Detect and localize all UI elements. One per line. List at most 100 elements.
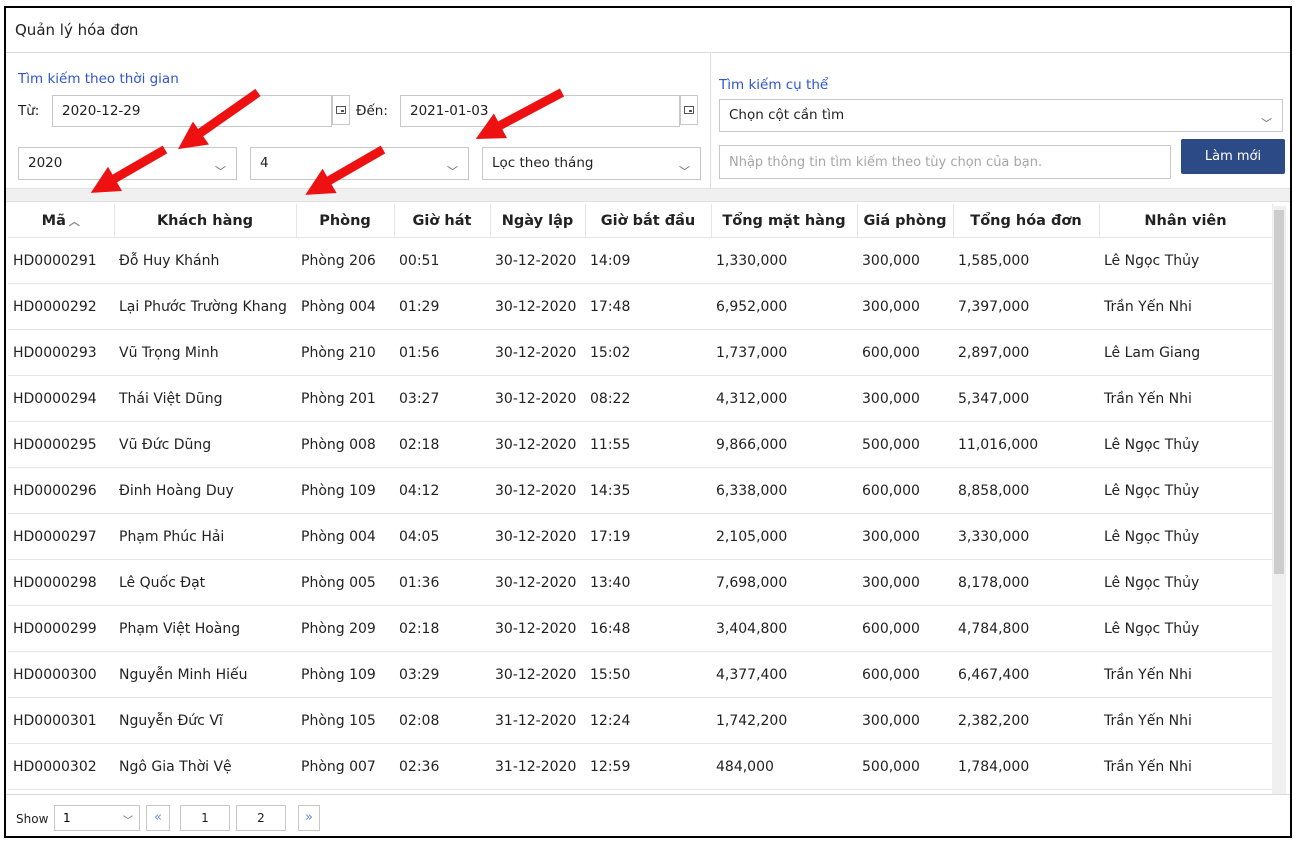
- chevron-down-icon: ﹀: [447, 165, 458, 178]
- table-row[interactable]: HD0000291 Đỗ Huy Khánh Phòng 206 00:51 30-12…: [8, 237, 1272, 284]
- cell-khach-hang: Phạm Phúc Hải: [114, 513, 296, 560]
- cell-gio-bat-dau: 11:55: [585, 421, 711, 468]
- cell-khach-hang: Đỗ Huy Khánh: [114, 237, 296, 284]
- search-input[interactable]: Nhập thông tin tìm kiếm theo tùy chọn củ…: [719, 145, 1171, 179]
- column-header-phong[interactable]: Phòng: [296, 204, 395, 238]
- cell-gio-hat: 02:08: [394, 697, 490, 744]
- filter-mode-value: Lọc theo tháng: [492, 155, 594, 171]
- cell-nhan-vien: Lê Ngọc Thủy: [1099, 421, 1272, 468]
- double-chevron-left-icon: «: [154, 810, 162, 825]
- cell-gio-hat: 03:29: [394, 651, 490, 698]
- scrollbar-thumb[interactable]: [1274, 210, 1284, 574]
- cell-tong-hoa-don: 7,397,000: [953, 283, 1099, 330]
- cell-tong-hoa-don: 1,585,000: [953, 237, 1099, 284]
- to-calendar-button[interactable]: [680, 95, 698, 125]
- table-row[interactable]: HD0000302 Ngô Gia Thời Vệ Phòng 007 02:36 31…: [8, 743, 1272, 790]
- cell-gio-hat: 01:36: [394, 559, 490, 606]
- cell-ngay-lap: 30-12-2020: [490, 559, 585, 606]
- cell-ma: HD0000302: [8, 743, 114, 790]
- page-button-1[interactable]: 1: [180, 805, 230, 831]
- column-header-gia-phong[interactable]: Giá phòng: [857, 204, 954, 238]
- column-header-ngay-lap[interactable]: Ngày lập: [490, 204, 586, 238]
- column-header-tong-hoa-don[interactable]: Tổng hóa đơn: [953, 204, 1100, 238]
- table-row[interactable]: HD0000296 Đinh Hoàng Duy Phòng 109 04:12 30-…: [8, 467, 1272, 514]
- cell-phong: Phòng 007: [296, 743, 394, 790]
- cell-nhan-vien: Lê Lam Giang: [1099, 329, 1272, 376]
- column-header-ma[interactable]: Mã ︿: [8, 204, 115, 238]
- cell-tong-hoa-don: 8,858,000: [953, 467, 1099, 514]
- cell-tong-mat-hang: 4,312,000: [711, 375, 857, 422]
- cell-ngay-lap: 30-12-2020: [490, 421, 585, 468]
- cell-ngay-lap: 30-12-2020: [490, 375, 585, 422]
- column-header-tong-mat-hang[interactable]: Tổng mặt hàng: [711, 204, 858, 238]
- cell-nhan-vien: Trần Yến Nhi: [1099, 697, 1272, 744]
- cell-phong: Phòng 109: [296, 651, 394, 698]
- table-row[interactable]: HD0000292 Lại Phước Trường Khang Phòng 004…: [8, 283, 1272, 330]
- cell-khach-hang: Đinh Hoàng Duy: [114, 467, 296, 514]
- cell-ma: HD0000294: [8, 375, 114, 422]
- cell-tong-hoa-don: 2,897,000: [953, 329, 1099, 376]
- cell-gio-bat-dau: 17:48: [585, 283, 711, 330]
- pagination-bar: Show 1 ﹀ « 1 2 »: [6, 794, 1290, 838]
- to-label: Đến:: [356, 103, 388, 119]
- last-page-button[interactable]: »: [298, 805, 320, 831]
- cell-gio-bat-dau: 15:50: [585, 651, 711, 698]
- cell-gio-bat-dau: 14:35: [585, 467, 711, 514]
- cell-gio-bat-dau: 08:22: [585, 375, 711, 422]
- chevron-down-icon: ﹀: [1261, 117, 1272, 130]
- calendar-icon: [336, 106, 346, 114]
- cell-ma: HD0000298: [8, 559, 114, 606]
- column-header-nhan-vien[interactable]: Nhân viên: [1099, 204, 1273, 238]
- table-row[interactable]: HD0000295 Vũ Đức Dũng Phòng 008 02:18 30-12-…: [8, 421, 1272, 468]
- vertical-scrollbar[interactable]: [1272, 206, 1286, 794]
- cell-khach-hang: Vũ Trọng Minh: [114, 329, 296, 376]
- chevron-down-icon: ﹀: [215, 165, 226, 178]
- page-size-select[interactable]: 1 ﹀: [54, 805, 140, 831]
- first-page-button[interactable]: «: [146, 805, 170, 831]
- table-row[interactable]: HD0000299 Phạm Việt Hoàng Phòng 209 02:18 30…: [8, 605, 1272, 652]
- table-row[interactable]: HD0000293 Vũ Trọng Minh Phòng 210 01:56 30-1…: [8, 329, 1272, 376]
- cell-gia-phong: 300,000: [857, 513, 953, 560]
- cell-phong: Phòng 201: [296, 375, 394, 422]
- cell-ngay-lap: 30-12-2020: [490, 605, 585, 652]
- cell-nhan-vien: Lê Ngọc Thủy: [1099, 237, 1272, 284]
- cell-gio-hat: 04:05: [394, 513, 490, 560]
- column-header-khach-hang[interactable]: Khách hàng: [114, 204, 297, 238]
- table-row[interactable]: HD0000294 Thái Việt Dũng Phòng 201 03:27 30-…: [8, 375, 1272, 422]
- specific-search-label: Tìm kiếm cụ thể: [719, 77, 829, 93]
- cell-ma: HD0000291: [8, 237, 114, 284]
- column-header-gio-hat[interactable]: Giờ hát: [394, 204, 491, 238]
- cell-gia-phong: 600,000: [857, 605, 953, 652]
- chevron-down-icon: ﹀: [679, 165, 690, 178]
- cell-ma: HD0000296: [8, 467, 114, 514]
- cell-tong-mat-hang: 2,105,000: [711, 513, 857, 560]
- cell-ngay-lap: 30-12-2020: [490, 651, 585, 698]
- table-row[interactable]: HD0000300 Nguyễn Minh Hiếu Phòng 109 03:29 3…: [8, 651, 1272, 698]
- specific-search-panel: Tìm kiếm cụ thể Chọn cột cần tìm ﹀ Nhập …: [710, 53, 1290, 188]
- table-row[interactable]: HD0000297 Phạm Phúc Hải Phòng 004 04:05 30-1…: [8, 513, 1272, 560]
- cell-ngay-lap: 30-12-2020: [490, 329, 585, 376]
- cell-tong-hoa-don: 8,178,000: [953, 559, 1099, 606]
- column-header-gio-bat-dau[interactable]: Giờ bắt đầu: [585, 204, 712, 238]
- cell-ngay-lap: 31-12-2020: [490, 697, 585, 744]
- cell-ma: HD0000293: [8, 329, 114, 376]
- page-button-2[interactable]: 2: [236, 805, 286, 831]
- cell-phong: Phòng 008: [296, 421, 394, 468]
- from-calendar-button[interactable]: [332, 95, 350, 125]
- cell-ma: HD0000299: [8, 605, 114, 652]
- cell-ngay-lap: 30-12-2020: [490, 513, 585, 560]
- refresh-button[interactable]: Làm mới: [1181, 139, 1285, 174]
- search-column-select[interactable]: Chọn cột cần tìm ﹀: [719, 99, 1283, 132]
- cell-ngay-lap: 30-12-2020: [490, 283, 585, 330]
- cell-gia-phong: 500,000: [857, 743, 953, 790]
- cell-ma: HD0000301: [8, 697, 114, 744]
- cell-gia-phong: 300,000: [857, 283, 953, 330]
- cell-phong: Phòng 109: [296, 467, 394, 514]
- cell-gio-hat: 02:18: [394, 605, 490, 652]
- cell-nhan-vien: Trần Yến Nhi: [1099, 283, 1272, 330]
- table-row[interactable]: HD0000301 Nguyễn Đức Vĩ Phòng 105 02:08 31-1…: [8, 697, 1272, 744]
- cell-gia-phong: 600,000: [857, 651, 953, 698]
- cell-tong-hoa-don: 3,330,000: [953, 513, 1099, 560]
- filter-mode-select[interactable]: Lọc theo tháng ﹀: [482, 147, 701, 180]
- table-row[interactable]: HD0000298 Lê Quốc Đạt Phòng 005 01:36 30-12-…: [8, 559, 1272, 606]
